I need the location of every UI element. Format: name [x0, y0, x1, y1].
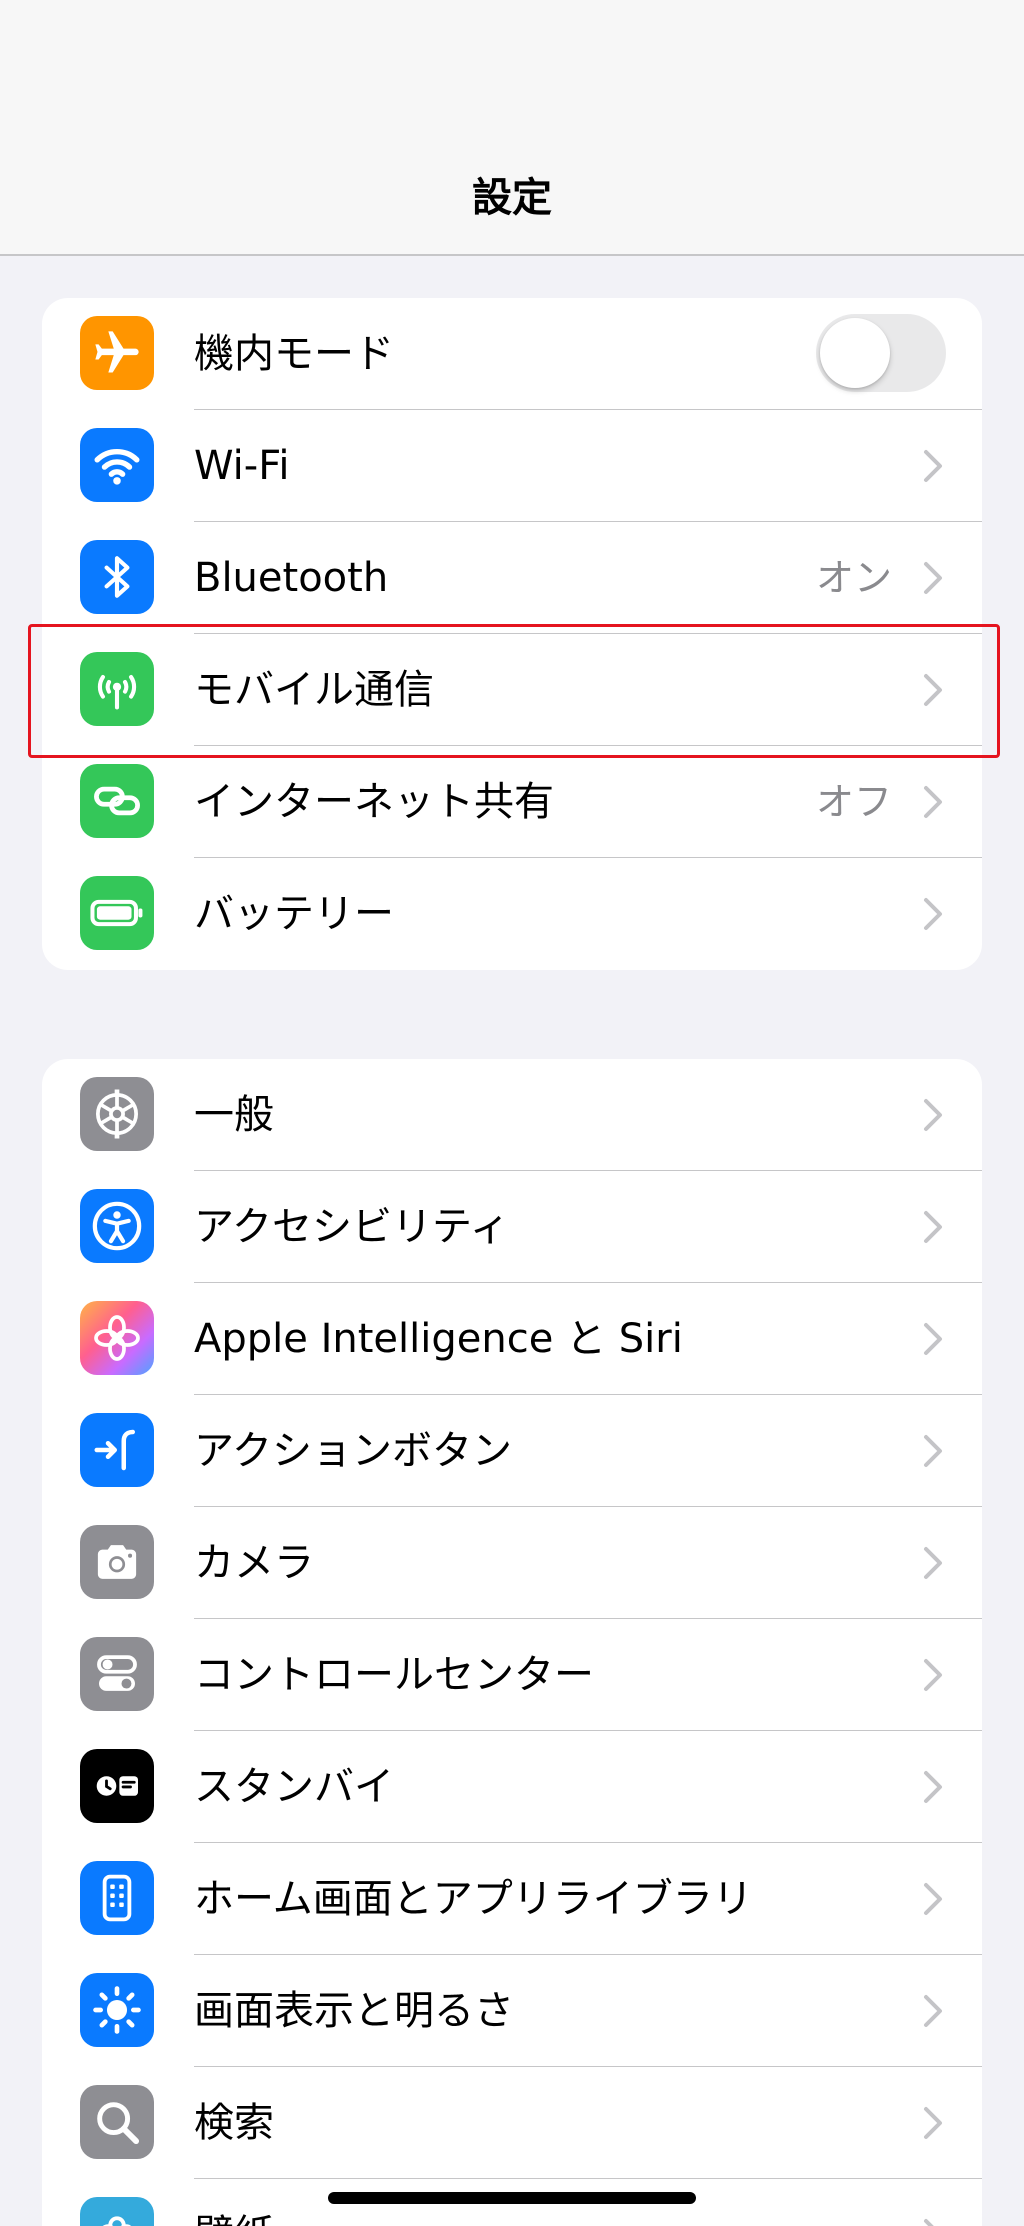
chevron-right-icon: [924, 1883, 942, 1915]
settings-row-label: アクセシビリティ: [194, 1204, 510, 1250]
settings-row-control-center[interactable]: コントロールセンター: [42, 1619, 982, 1731]
chevron-right-icon: [924, 1099, 942, 1131]
wifi-icon: [80, 428, 154, 502]
settings-group-general: 一般 アクセシビリティ Apple Intelligence と Siri アク…: [42, 1059, 982, 2226]
link-icon: [80, 764, 154, 838]
chevron-right-icon: [924, 1659, 942, 1691]
settings-group-connectivity: 機内モード Wi-Fi Bluetooth オン モバイル通信 インターネット共…: [42, 298, 982, 970]
settings-row-personal-hotspot[interactable]: インターネット共有 オフ: [42, 746, 982, 858]
settings-row-apple-intelligence-siri[interactable]: Apple Intelligence と Siri: [42, 1283, 982, 1395]
settings-row-accessibility[interactable]: アクセシビリティ: [42, 1171, 982, 1283]
hotspot-status-value: オフ: [815, 780, 892, 824]
settings-row-standby[interactable]: スタンバイ: [42, 1731, 982, 1843]
airplane-icon: [80, 316, 154, 390]
settings-row-action-button[interactable]: アクションボタン: [42, 1395, 982, 1507]
settings-row-label: バッテリー: [194, 891, 394, 937]
chevron-right-icon: [924, 1995, 942, 2027]
settings-row-airplane-mode: 機内モード: [42, 298, 982, 410]
chevron-right-icon: [924, 450, 942, 482]
chevron-right-icon: [924, 1435, 942, 1467]
settings-row-label: モバイル通信: [194, 667, 434, 713]
settings-row-label: 検索: [194, 2100, 274, 2146]
page-title: 設定: [472, 175, 552, 221]
settings-row-bluetooth[interactable]: Bluetooth オン: [42, 522, 982, 634]
settings-row-label: カメラ: [194, 1540, 314, 1586]
wallpaper-icon: [80, 2197, 154, 2226]
antenna-icon: [80, 652, 154, 726]
apple-intelligence-icon: [80, 1301, 154, 1375]
settings-row-label: Bluetooth: [194, 555, 389, 601]
standby-icon: [80, 1749, 154, 1823]
chevron-right-icon: [924, 1771, 942, 1803]
accessibility-icon: [80, 1189, 154, 1263]
settings-row-label: アクションボタン: [194, 1428, 512, 1474]
settings-row-general[interactable]: 一般: [42, 1059, 982, 1171]
settings-row-label: 壁紙: [194, 2179, 274, 2226]
settings-row-label: 機内モード: [194, 331, 394, 377]
chevron-right-icon: [924, 1211, 942, 1243]
home-screen-icon: [80, 1861, 154, 1935]
battery-icon: [80, 876, 154, 950]
chevron-right-icon: [924, 562, 942, 594]
settings-row-label: Wi-Fi: [194, 443, 290, 489]
settings-row-label: インターネット共有: [194, 779, 554, 825]
chevron-right-icon: [924, 1323, 942, 1355]
settings-row-label: コントロールセンター: [194, 1652, 594, 1698]
settings-row-wifi[interactable]: Wi-Fi: [42, 410, 982, 522]
brightness-icon: [80, 1973, 154, 2047]
search-icon: [80, 2085, 154, 2159]
toggle-knob: [820, 318, 890, 388]
chevron-right-icon: [924, 1547, 942, 1579]
home-indicator[interactable]: [328, 2192, 696, 2204]
bluetooth-icon: [80, 540, 154, 614]
chevron-right-icon: [924, 898, 942, 930]
navigation-bar: 設定: [0, 0, 1024, 256]
bluetooth-status-value: オン: [815, 556, 892, 600]
settings-row-label: 一般: [194, 1092, 274, 1138]
settings-row-label: 画面表示と明るさ: [194, 1988, 514, 2034]
settings-row-display-brightness[interactable]: 画面表示と明るさ: [42, 1955, 982, 2067]
settings-row-label: ホーム画面とアプリライブラリ: [194, 1876, 753, 1922]
camera-icon: [80, 1525, 154, 1599]
settings-row-home-screen[interactable]: ホーム画面とアプリライブラリ: [42, 1843, 982, 1955]
chevron-right-icon: [924, 674, 942, 706]
settings-row-camera[interactable]: カメラ: [42, 1507, 982, 1619]
chevron-right-icon: [924, 2219, 934, 2226]
settings-row-mobile-data[interactable]: モバイル通信: [42, 634, 982, 746]
gear-icon: [80, 1077, 154, 1151]
chevron-right-icon: [924, 2107, 942, 2139]
switches-icon: [80, 1637, 154, 1711]
settings-row-label: Apple Intelligence と Siri: [194, 1316, 683, 1362]
settings-row-battery[interactable]: バッテリー: [42, 858, 982, 970]
chevron-right-icon: [924, 786, 942, 818]
settings-row-search[interactable]: 検索: [42, 2067, 982, 2179]
action-button-icon: [80, 1413, 154, 1487]
airplane-mode-toggle[interactable]: [816, 314, 946, 392]
settings-row-label: スタンバイ: [194, 1764, 394, 1810]
